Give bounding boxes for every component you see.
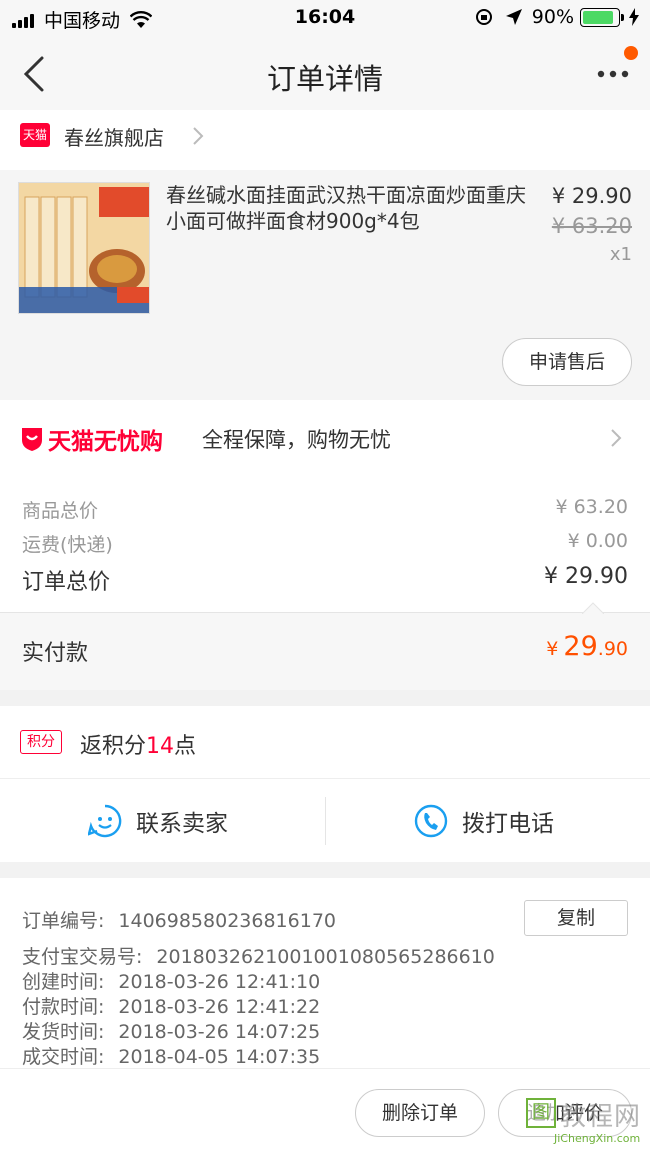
amount-decimal: .90 [597, 638, 628, 660]
actual-payment-amount: ¥ 29.90 [546, 631, 628, 662]
alipay-number-label: 支付宝交易号: [22, 946, 143, 968]
product-price: ¥ 29.90 [551, 184, 632, 208]
status-bar: 中国移动 16:04 90% [0, 0, 650, 36]
order-info: 订单编号: 140698580236816170 复制 支付宝交易号: 201803… [0, 878, 650, 1068]
points-tag: 积分 [20, 730, 62, 754]
call-phone-label: 拨打电话 [462, 811, 554, 837]
delete-order-button[interactable]: 删除订单 [355, 1089, 485, 1137]
price-summary: 商品总价 ¥ 63.20 运费(快递) ¥ 0.00 订单总价 ¥ 29.90 [0, 476, 650, 612]
product-card[interactable]: 春丝碱水面挂面武汉热干面凉面炒面重庆小面可做拌面食材900g*4包 ¥ 29.9… [0, 170, 650, 400]
points-row: 积分 返积分14点 [0, 706, 650, 778]
contact-seller-button[interactable]: 联系卖家 [88, 779, 228, 863]
paid-time-row: 付款时间: 2018-03-26 12:41:22 [22, 992, 320, 1019]
completed-time-value: 2018-04-05 14:07:35 [118, 1046, 321, 1068]
paid-time-label: 付款时间: [22, 996, 105, 1018]
alipay-number-value: 2018032621001001080565286610 [156, 946, 495, 968]
paid-time-value: 2018-03-26 12:41:22 [118, 996, 321, 1018]
shipped-time-label: 发货时间: [22, 1021, 105, 1043]
tmall-logo: 天猫 [20, 123, 50, 147]
watermark-text: 教程网 [560, 1102, 642, 1132]
charging-icon [629, 8, 639, 26]
order-number-value: 140698580236816170 [118, 910, 336, 932]
product-quantity: x1 [609, 244, 632, 265]
more-icon[interactable] [596, 64, 630, 84]
shipping-label: 运费(快递) [22, 534, 113, 556]
amount-integer: 29 [563, 631, 598, 662]
shop-name: 春丝旗舰店 [64, 126, 164, 150]
shipping-value: ¥ 0.00 [567, 530, 628, 552]
order-total-value: ¥ 29.90 [544, 564, 628, 589]
created-time-label: 创建时间: [22, 971, 105, 993]
copy-button[interactable]: 复制 [524, 900, 628, 936]
call-phone-button[interactable]: 拨打电话 [414, 779, 554, 863]
contact-bar: 联系卖家 拨打电话 [0, 778, 650, 862]
product-original-price: ¥ 63.20 [551, 214, 632, 238]
order-number-label: 订单编号: [22, 910, 105, 932]
caret-up-icon [582, 602, 604, 614]
order-total-row: 订单总价 ¥ 29.90 [22, 564, 628, 596]
footer-actions: 删除订单 追加评价 图 教程网 JiChengXin.com [0, 1068, 650, 1156]
points-prefix: 返积分 [80, 734, 147, 759]
actual-payment-row: 实付款 ¥ 29.90 [0, 602, 650, 690]
battery-icon [580, 7, 624, 27]
guarantee-row[interactable]: 天猫无忧购 全程保障，购物无忧 [0, 400, 650, 476]
navigation-bar: 订单详情 [0, 36, 650, 110]
chevron-right-icon [611, 429, 622, 447]
orientation-lock-icon [475, 9, 492, 25]
location-icon [505, 9, 522, 25]
order-number-row: 订单编号: 140698580236816170 [22, 906, 336, 933]
product-image[interactable] [18, 182, 150, 314]
shield-icon [22, 428, 42, 451]
created-time-row: 创建时间: 2018-03-26 12:41:10 [22, 967, 320, 994]
product-name[interactable]: 春丝碱水面挂面武汉热干面凉面炒面重庆小面可做拌面食材900g*4包 [166, 182, 536, 234]
shipped-time-row: 发货时间: 2018-03-26 14:07:25 [22, 1017, 320, 1044]
guarantee-logo: 天猫无忧购 [20, 422, 163, 456]
items-total-row: 商品总价 ¥ 63.20 [22, 496, 628, 523]
created-time-value: 2018-03-26 12:41:10 [118, 971, 321, 993]
watermark-url: JiChengXin.com [554, 1132, 641, 1145]
shipping-row: 运费(快递) ¥ 0.00 [22, 530, 628, 557]
actual-payment-label: 实付款 [22, 641, 89, 666]
items-total-value: ¥ 63.20 [555, 496, 628, 518]
guarantee-slogan: 全程保障，购物无忧 [202, 428, 391, 452]
watermark: 图 教程网 JiChengXin.com [526, 1096, 644, 1148]
currency-symbol: ¥ [546, 638, 559, 660]
battery-percent: 90% [531, 6, 574, 28]
alipay-number-row: 支付宝交易号: 2018032621001001080565286610 [22, 942, 495, 969]
chevron-right-icon [193, 127, 204, 145]
notification-dot [624, 46, 638, 60]
points-suffix: 点 [174, 734, 197, 759]
page-title: 订单详情 [266, 62, 383, 96]
completed-time-label: 成交时间: [22, 1046, 105, 1068]
watermark-logo: 图 [526, 1098, 556, 1128]
points-text: 返积分14点 [80, 728, 196, 760]
points-number: 14 [146, 734, 175, 759]
after-sale-button[interactable]: 申请售后 [502, 338, 632, 386]
shipped-time-value: 2018-03-26 14:07:25 [118, 1021, 321, 1043]
chat-face-icon [88, 804, 122, 838]
divider [325, 797, 326, 845]
guarantee-brand: 天猫无忧购 [48, 429, 163, 455]
completed-time-row: 成交时间: 2018-04-05 14:07:35 [22, 1042, 320, 1069]
phone-icon [414, 804, 448, 838]
contact-seller-label: 联系卖家 [136, 811, 228, 837]
items-total-label: 商品总价 [22, 500, 99, 522]
shop-row[interactable]: 天猫 春丝旗舰店 [0, 110, 650, 170]
order-total-label: 订单总价 [22, 570, 111, 595]
